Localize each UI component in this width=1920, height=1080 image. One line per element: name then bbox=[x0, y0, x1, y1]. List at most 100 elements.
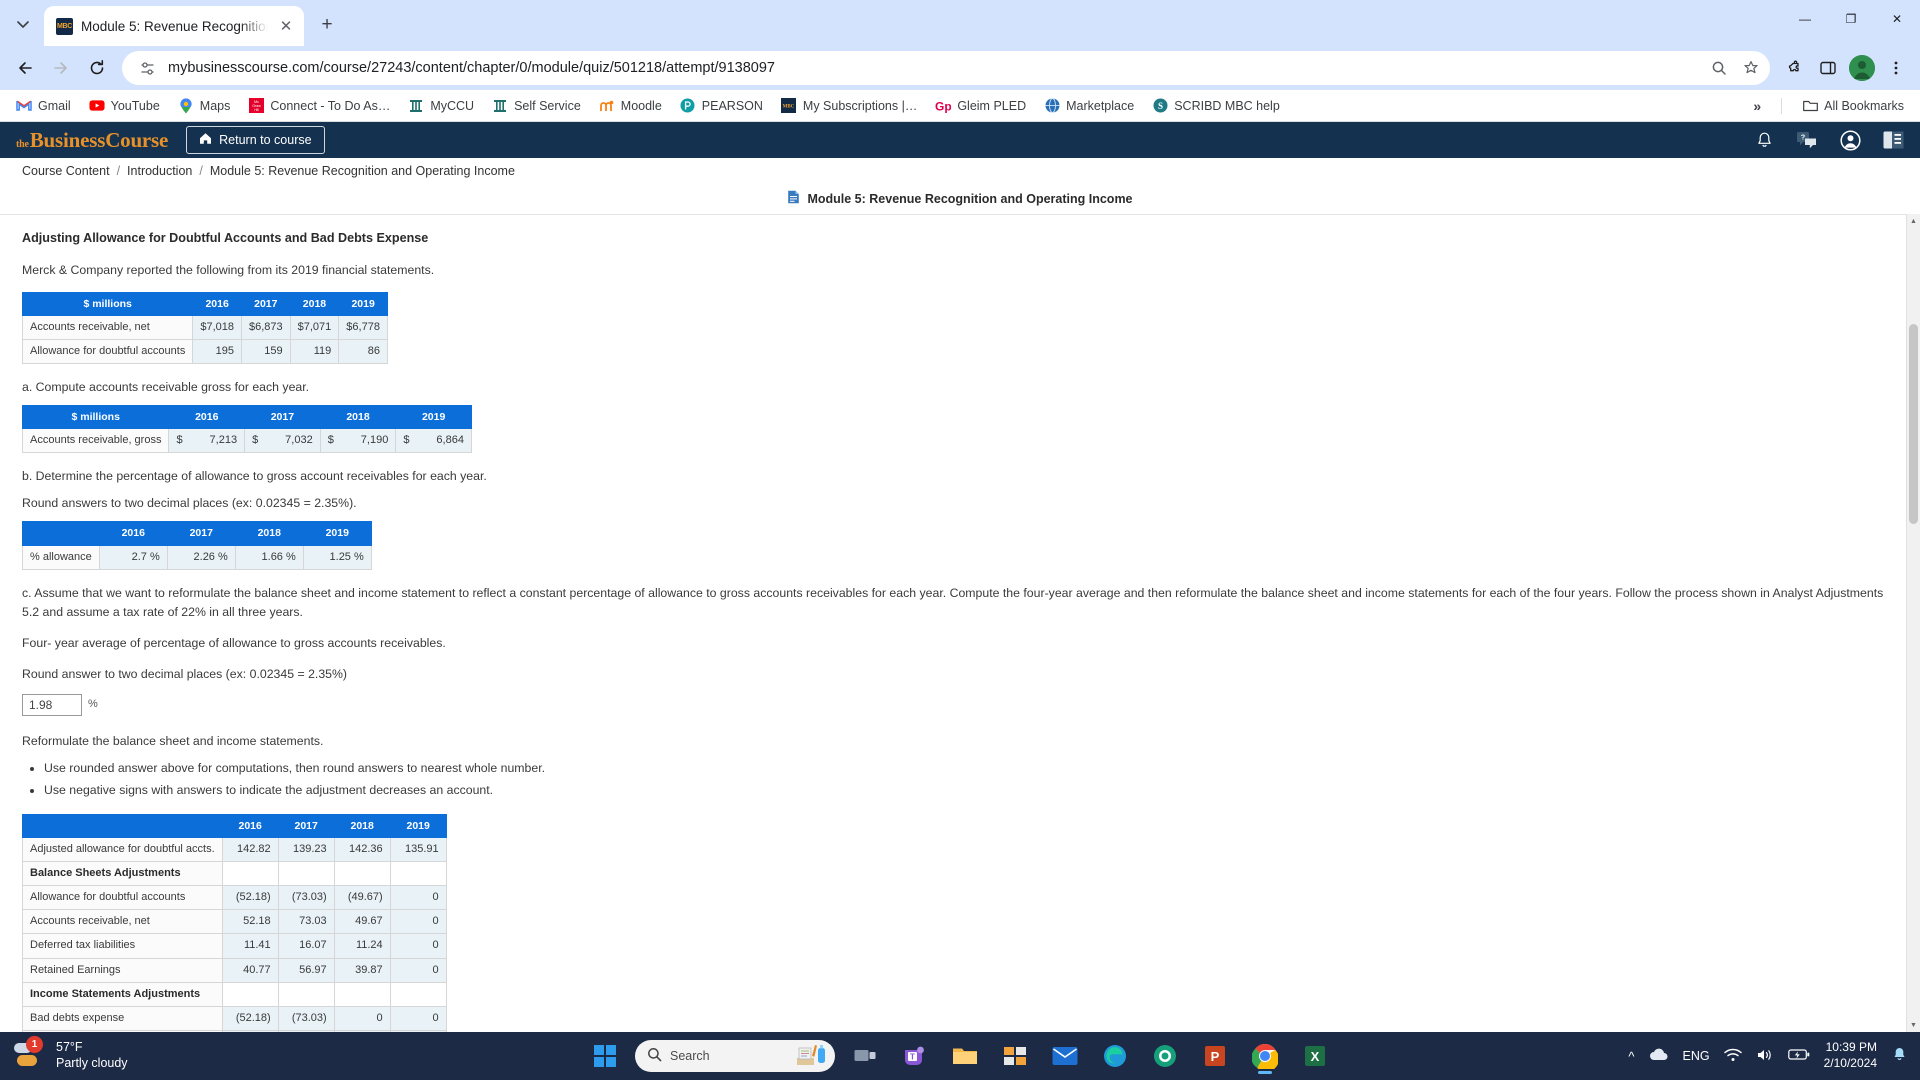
teams-icon[interactable]: T bbox=[895, 1036, 935, 1076]
table-row: Allowance for doubtful accounts 195 159 … bbox=[21, 338, 388, 364]
instruction-list: Use rounded answer above for computation… bbox=[44, 759, 1884, 800]
all-bookmarks-button[interactable]: All Bookmarks bbox=[1794, 94, 1912, 118]
chrome-menu-icon[interactable] bbox=[1880, 52, 1912, 84]
web-page: the Business Course Return to course ? Cou… bbox=[0, 122, 1920, 1032]
task-view-button[interactable] bbox=[845, 1036, 885, 1076]
tab-title: Module 5: Revenue Recognition bbox=[81, 18, 268, 34]
layout-panel-icon[interactable] bbox=[1883, 131, 1904, 149]
powerpoint-icon[interactable]: P bbox=[1195, 1036, 1235, 1076]
four-year-average-input[interactable] bbox=[22, 693, 82, 716]
window-maximize-button[interactable]: ❐ bbox=[1828, 0, 1874, 38]
forward-icon[interactable] bbox=[44, 51, 78, 85]
battery-charging-icon[interactable] bbox=[1787, 1048, 1810, 1064]
scroll-down-arrow[interactable]: ▼ bbox=[1907, 1018, 1920, 1032]
new-tab-button[interactable]: + bbox=[312, 10, 342, 40]
cell-value: 39.87 bbox=[333, 957, 391, 983]
site-settings-icon[interactable] bbox=[136, 57, 158, 79]
col-header: 2016 bbox=[168, 404, 246, 430]
bookmarks-overflow-button[interactable]: » bbox=[1745, 94, 1769, 118]
weather-widget[interactable]: 1 57°F Partly cloudy bbox=[0, 1036, 128, 1073]
tab-search-icon[interactable] bbox=[6, 7, 40, 41]
cell-value: 1.25 % bbox=[302, 544, 372, 570]
cell-value: 86 bbox=[338, 338, 388, 364]
cell-value bbox=[389, 861, 447, 887]
return-to-course-button[interactable]: Return to course bbox=[186, 126, 325, 154]
profile-avatar[interactable] bbox=[1846, 52, 1878, 84]
notifications-bell-icon[interactable] bbox=[1891, 1046, 1908, 1066]
bookmark-myccu[interactable]: MyCCU bbox=[400, 94, 482, 118]
mail-icon[interactable] bbox=[1045, 1036, 1085, 1076]
reload-icon[interactable] bbox=[80, 51, 114, 85]
account-circle-icon[interactable] bbox=[1840, 129, 1861, 151]
cell-value: $7,071 bbox=[289, 314, 340, 340]
scroll-up-arrow[interactable]: ▲ bbox=[1907, 214, 1920, 228]
file-explorer-icon[interactable] bbox=[945, 1036, 985, 1076]
col-header: 2016 bbox=[221, 814, 279, 839]
logo-the: the bbox=[16, 138, 29, 150]
edge-icon[interactable] bbox=[1095, 1036, 1135, 1076]
mbc-icon: MBC bbox=[781, 98, 797, 114]
row-label: Accounts receivable, net bbox=[22, 909, 223, 935]
cloud-icon[interactable] bbox=[1649, 1048, 1669, 1065]
window-minimize-button[interactable]: — bbox=[1782, 0, 1828, 38]
bookmark-star-icon[interactable] bbox=[1740, 57, 1762, 79]
browser-chrome: MBC Module 5: Revenue Recognition ✕ + — … bbox=[0, 0, 1920, 122]
tray-overflow-icon[interactable]: ^ bbox=[1628, 1049, 1634, 1064]
language-indicator[interactable]: ENG bbox=[1683, 1049, 1710, 1063]
bookmark-youtube[interactable]: YouTube bbox=[81, 94, 168, 118]
bookmark-maps[interactable]: Maps bbox=[170, 94, 239, 118]
bookmark-label: My Subscriptions |… bbox=[802, 98, 918, 113]
extensions-icon[interactable] bbox=[1778, 52, 1810, 84]
part-b-table: 2016 2017 2018 2019 % allowance 2.7 % 2.… bbox=[22, 521, 372, 570]
quiz-title-bar: Module 5: Revenue Recognition and Operat… bbox=[0, 184, 1920, 214]
bookmark-marketplace[interactable]: Marketplace bbox=[1036, 94, 1142, 118]
cell-value: 2.7 % bbox=[98, 544, 168, 570]
svg-text:P: P bbox=[1211, 1049, 1220, 1064]
excel-icon[interactable]: X bbox=[1295, 1036, 1335, 1076]
help-chat-icon[interactable]: ? bbox=[1796, 131, 1818, 150]
bookmark-gleim-pled[interactable]: Gp Gleim PLED bbox=[927, 94, 1034, 118]
col-header: 2018 bbox=[319, 404, 397, 430]
return-to-course-label: Return to course bbox=[219, 133, 312, 147]
bookmark-connect[interactable]: Mc Graw Hill Connect - To Do As… bbox=[240, 94, 398, 118]
office-icon[interactable] bbox=[1145, 1036, 1185, 1076]
merck-financials-table: $ millions 2016 2017 2018 2019 Accounts … bbox=[21, 291, 388, 364]
browser-toolbar: mybusinesscourse.com/course/27243/conten… bbox=[0, 46, 1920, 90]
start-button[interactable] bbox=[585, 1036, 625, 1076]
scrollbar-thumb[interactable] bbox=[1909, 324, 1918, 524]
bookmark-pearson[interactable]: PEARSON bbox=[672, 94, 771, 118]
maps-pin-icon bbox=[178, 97, 194, 114]
bookmark-self-service[interactable]: Self Service bbox=[484, 94, 589, 118]
svg-text:?: ? bbox=[1801, 134, 1805, 141]
page-scrollbar[interactable]: ▲ ▼ bbox=[1906, 214, 1920, 1032]
bell-icon[interactable] bbox=[1755, 131, 1774, 150]
breadcrumb-item-introduction[interactable]: Introduction bbox=[127, 164, 192, 178]
weather-temperature: 57°F bbox=[56, 1040, 83, 1055]
bookmark-my-subscriptions[interactable]: MBC My Subscriptions |… bbox=[773, 94, 925, 118]
cell-value: 56.97 bbox=[277, 957, 335, 983]
volume-icon[interactable] bbox=[1756, 1048, 1774, 1065]
youtube-icon bbox=[89, 98, 105, 114]
store-icon[interactable] bbox=[995, 1036, 1035, 1076]
address-bar[interactable]: mybusinesscourse.com/course/27243/conten… bbox=[122, 51, 1770, 85]
bookmark-moodle[interactable]: Moodle bbox=[591, 94, 670, 118]
tab-close-icon[interactable]: ✕ bbox=[276, 16, 296, 36]
wifi-icon[interactable] bbox=[1723, 1048, 1742, 1065]
site-logo[interactable]: the Business Course bbox=[16, 128, 168, 153]
cell-value: $7,018 bbox=[192, 314, 242, 340]
window-close-button[interactable]: ✕ bbox=[1874, 0, 1920, 38]
cell-value: 142.36 bbox=[333, 837, 391, 863]
bookmark-scribd[interactable]: S SCRIBD MBC help bbox=[1144, 94, 1288, 118]
all-bookmarks-label: All Bookmarks bbox=[1824, 98, 1904, 113]
folder-icon bbox=[1802, 98, 1818, 114]
address-bar-url: mybusinesscourse.com/course/27243/conten… bbox=[168, 60, 775, 76]
bookmark-gmail[interactable]: Gmail bbox=[8, 94, 79, 118]
browser-tab[interactable]: MBC Module 5: Revenue Recognition ✕ bbox=[44, 6, 304, 46]
chrome-icon[interactable] bbox=[1245, 1036, 1285, 1076]
search-icon[interactable] bbox=[1708, 57, 1730, 79]
taskbar-clock[interactable]: 10:39 PM 2/10/2024 bbox=[1824, 1040, 1877, 1071]
breadcrumb-item-course-content[interactable]: Course Content bbox=[22, 164, 110, 178]
side-panel-icon[interactable] bbox=[1812, 52, 1844, 84]
taskbar-search[interactable]: Search bbox=[635, 1040, 835, 1072]
back-icon[interactable] bbox=[8, 51, 42, 85]
